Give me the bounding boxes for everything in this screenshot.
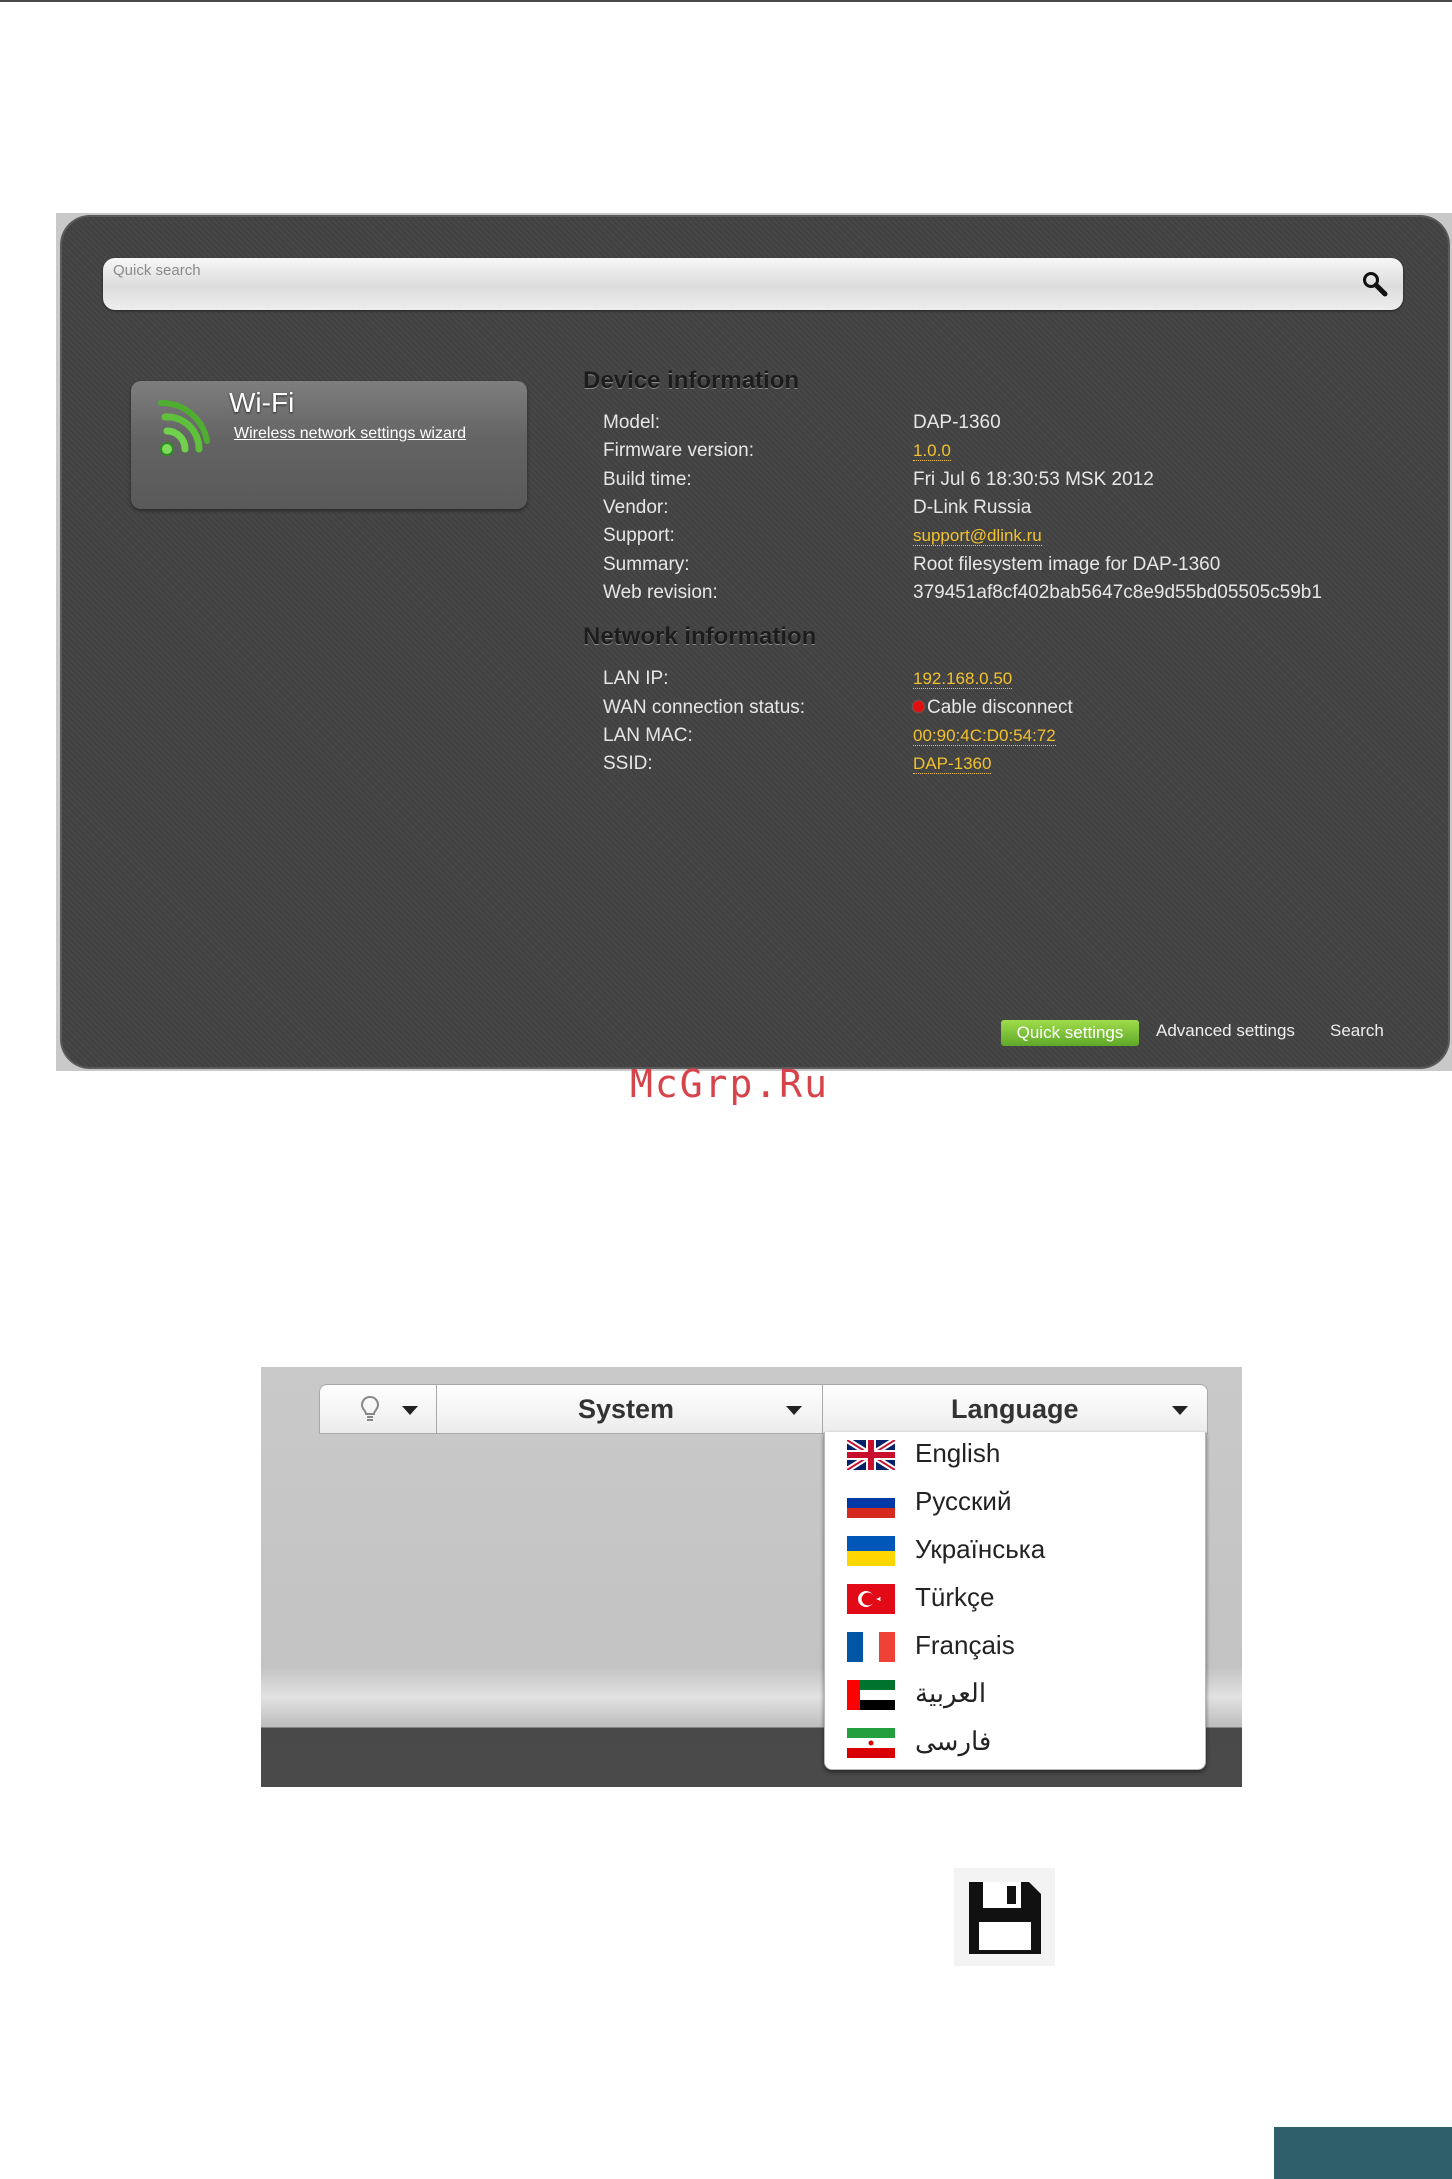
tab-language[interactable]: Language	[823, 1385, 1207, 1433]
wifi-icon	[158, 399, 210, 456]
firmware-link[interactable]: 1.0.0	[913, 441, 951, 461]
language-label-russian: Русский	[915, 1486, 1012, 1516]
support-email-link[interactable]: support@dlink.ru	[913, 526, 1042, 546]
language-item-ukrainian[interactable]: Українська	[825, 1528, 1205, 1576]
wan-status-text: Cable disconnect	[927, 697, 1073, 718]
page-top-rule	[0, 0, 1452, 2]
tab-system[interactable]: System	[437, 1385, 821, 1433]
uk-flag-icon	[847, 1440, 895, 1470]
firmware-label: Firmware version:	[603, 440, 754, 461]
language-label-arabic: العربية	[915, 1678, 987, 1708]
wan-status-value: Cable disconnect	[913, 697, 1073, 719]
lan-mac-label: LAN MAC:	[603, 725, 693, 746]
web-revision-label: Web revision:	[603, 582, 718, 603]
floppy-disk-icon	[969, 1882, 1041, 1954]
device-info-title: Device information	[583, 367, 800, 394]
language-item-russian[interactable]: Русский	[825, 1480, 1205, 1528]
wifi-card-title: Wi-Fi	[229, 387, 295, 418]
save-icon-box	[954, 1868, 1055, 1966]
advanced-settings-button[interactable]: Advanced settings	[1156, 1021, 1295, 1041]
model-label: Model:	[603, 412, 661, 433]
network-info-title: Network information	[583, 623, 817, 650]
quick-settings-button[interactable]: Quick settings	[1001, 1020, 1139, 1046]
ae-flag-icon	[847, 1680, 895, 1710]
vendor-value: D-Link Russia	[913, 497, 1032, 518]
search-button[interactable]: Search	[1330, 1021, 1384, 1041]
fr-flag-icon	[847, 1632, 895, 1662]
ir-flag-icon	[847, 1728, 895, 1758]
ssid-link[interactable]: DAP-1360	[913, 754, 992, 774]
tr-flag-icon	[847, 1584, 895, 1614]
language-label-french: Français	[915, 1630, 1015, 1660]
chevron-down-icon	[402, 1406, 418, 1415]
quick-search-bar[interactable]: Quick search	[103, 258, 1403, 310]
lan-ip-link[interactable]: 192.168.0.50	[913, 669, 1013, 689]
web-revision-value: 379451af8cf402bab5647c8e9d55bd05505c59b1	[913, 582, 1322, 603]
tips-menu-button[interactable]	[320, 1385, 436, 1433]
page-corner-tab	[1274, 2127, 1452, 2179]
tab-system-label: System	[578, 1394, 675, 1424]
build-time-label: Build time:	[603, 469, 692, 490]
watermark: McGrp.Ru	[630, 1062, 830, 1106]
language-item-arabic[interactable]: العربية	[825, 1672, 1205, 1720]
tab-language-label: Language	[951, 1394, 1079, 1424]
lightbulb-icon	[360, 1395, 380, 1421]
support-label: Support:	[603, 525, 675, 546]
quick-search-input[interactable]: Quick search	[113, 262, 201, 279]
top-menu-bar: System Language	[319, 1384, 1208, 1434]
vendor-label: Vendor:	[603, 497, 669, 518]
language-label-english: English	[915, 1438, 1001, 1468]
language-item-turkish[interactable]: Türkçe	[825, 1576, 1205, 1624]
ua-flag-icon	[847, 1536, 895, 1566]
language-item-farsi[interactable]: فارسی	[825, 1720, 1205, 1768]
model-value: DAP-1360	[913, 412, 1001, 433]
summary-label: Summary:	[603, 554, 690, 575]
wifi-card[interactable]: Wi-Fi Wireless network settings wizard	[131, 381, 527, 509]
language-label-ukrainian: Українська	[915, 1534, 1046, 1564]
language-dropdown: English Русский Українська Türkçe França…	[824, 1432, 1206, 1770]
wireless-wizard-link[interactable]: Wireless network settings wizard	[234, 425, 466, 443]
lan-mac-link[interactable]: 00:90:4C:D0:54:72	[913, 726, 1056, 746]
language-item-english[interactable]: English	[825, 1432, 1205, 1480]
summary-value: Root filesystem image for DAP-1360	[913, 554, 1221, 575]
language-label-farsi: فارسی	[915, 1726, 992, 1756]
status-red-dot-icon	[913, 701, 924, 712]
build-time-value: Fri Jul 6 18:30:53 MSK 2012	[913, 469, 1154, 490]
ru-flag-icon	[847, 1488, 895, 1518]
ssid-label: SSID:	[603, 753, 653, 774]
language-label-turkish: Türkçe	[915, 1582, 995, 1612]
chevron-down-icon	[1172, 1406, 1188, 1415]
search-icon[interactable]	[1361, 270, 1389, 298]
language-item-french[interactable]: Français	[825, 1624, 1205, 1672]
wan-status-label: WAN connection status:	[603, 697, 806, 718]
language-menu-screenshot: System Language English Русский Українсь…	[261, 1367, 1242, 1787]
lan-ip-label: LAN IP:	[603, 668, 669, 689]
chevron-down-icon	[786, 1406, 802, 1415]
